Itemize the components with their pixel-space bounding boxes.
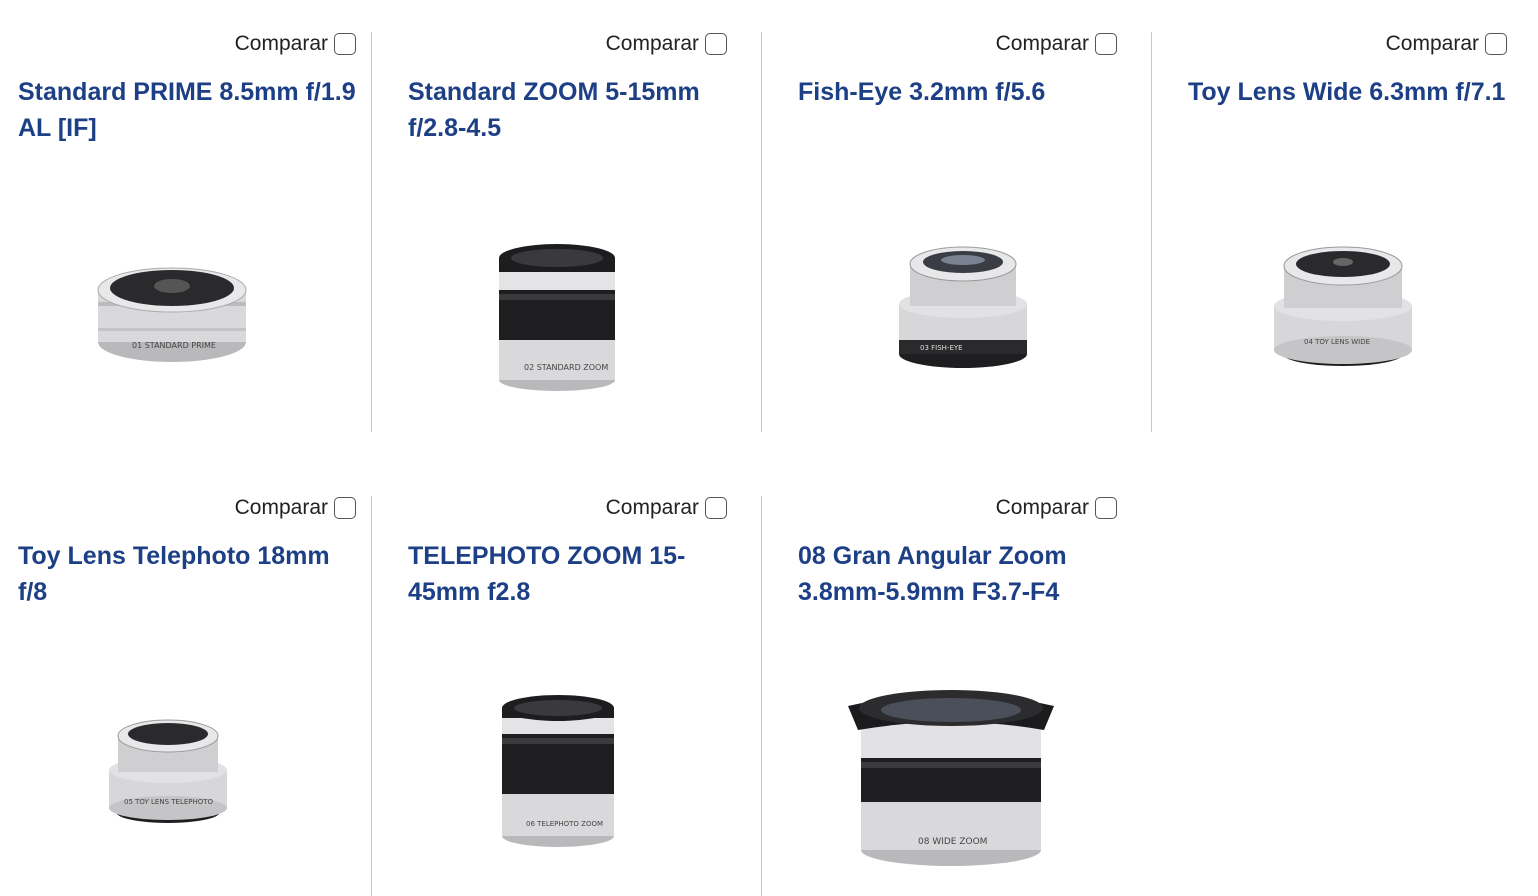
toy-wide-lens-icon[interactable]: 04 TOY LENS WIDE	[1270, 242, 1416, 372]
svg-text:01 STANDARD PRIME: 01 STANDARD PRIME	[132, 341, 216, 350]
compare-checkbox[interactable]	[334, 33, 356, 55]
compare-checkbox[interactable]	[1485, 33, 1507, 55]
compare-label: Comparar	[995, 496, 1089, 519]
product-title-link[interactable]: TELEPHOTO ZOOM 15-45mm f2.8	[408, 538, 727, 610]
compare-label: Comparar	[605, 496, 699, 519]
product-grid: Comparar Standard PRIME 8.5mm f/1.9 AL […	[0, 0, 1538, 896]
compare-checkbox[interactable]	[705, 33, 727, 55]
product-card: Comparar Fish-Eye 3.2mm f/5.6 03 FISH-EY…	[761, 32, 1151, 432]
product-card: Comparar Standard PRIME 8.5mm f/1.9 AL […	[0, 32, 390, 432]
compare-checkbox[interactable]	[1095, 497, 1117, 519]
compare-label: Comparar	[605, 32, 699, 55]
compare-checkbox[interactable]	[705, 497, 727, 519]
svg-text:06 TELEPHOTO ZOOM: 06 TELEPHOTO ZOOM	[526, 820, 603, 828]
product-card: Comparar Toy Lens Wide 6.3mm f/7.1 04 TO…	[1151, 32, 1538, 432]
compare-toggle[interactable]: Comparar	[606, 496, 727, 520]
product-card: Comparar Toy Lens Telephoto 18mm f/8 05 …	[0, 496, 390, 896]
compare-checkbox[interactable]	[1095, 33, 1117, 55]
svg-text:02 STANDARD ZOOM: 02 STANDARD ZOOM	[524, 363, 608, 372]
compare-label: Comparar	[1385, 32, 1479, 55]
svg-text:08 WIDE ZOOM: 08 WIDE ZOOM	[918, 837, 987, 847]
compare-checkbox[interactable]	[334, 497, 356, 519]
product-card: Comparar Standard ZOOM 5-15mm f/2.8-4.5 …	[371, 32, 761, 432]
prime-lens-icon[interactable]: 01 STANDARD PRIME	[92, 242, 252, 372]
svg-text:05 TOY LENS TELEPHOTO: 05 TOY LENS TELEPHOTO	[124, 798, 214, 806]
product-title-link[interactable]: Standard ZOOM 5-15mm f/2.8-4.5	[408, 74, 727, 146]
toy-telephoto-lens-icon[interactable]: 05 TOY LENS TELEPHOTO	[106, 714, 230, 826]
product-title-link[interactable]: 08 Gran Angular Zoom 3.8mm-5.9mm F3.7-F4	[798, 538, 1117, 610]
product-title-link[interactable]: Standard PRIME 8.5mm f/1.9 AL [IF]	[18, 74, 356, 146]
wide-zoom-lens-icon[interactable]: 08 WIDE ZOOM	[848, 684, 1054, 870]
compare-toggle[interactable]: Comparar	[235, 32, 356, 56]
fisheye-lens-icon[interactable]: 03 FISH-EYE	[894, 240, 1032, 372]
telephoto-zoom-lens-icon[interactable]: 06 TELEPHOTO ZOOM	[496, 692, 620, 852]
product-title-link[interactable]: Fish-Eye 3.2mm f/5.6	[798, 74, 1117, 110]
compare-toggle[interactable]: Comparar	[606, 32, 727, 56]
compare-toggle[interactable]: Comparar	[996, 496, 1117, 520]
product-title-link[interactable]: Toy Lens Wide 6.3mm f/7.1	[1188, 74, 1507, 110]
product-card: Comparar TELEPHOTO ZOOM 15-45mm f2.8 06 …	[371, 496, 761, 896]
compare-toggle[interactable]: Comparar	[996, 32, 1117, 56]
compare-label: Comparar	[234, 32, 328, 55]
compare-label: Comparar	[234, 496, 328, 519]
product-card: Comparar 08 Gran Angular Zoom 3.8mm-5.9m…	[761, 496, 1151, 896]
zoom-lens-icon[interactable]: 02 STANDARD ZOOM	[494, 240, 620, 395]
compare-label: Comparar	[995, 32, 1089, 55]
svg-text:04 TOY LENS WIDE: 04 TOY LENS WIDE	[1304, 338, 1370, 346]
svg-text:03 FISH-EYE: 03 FISH-EYE	[920, 344, 963, 352]
product-title-link[interactable]: Toy Lens Telephoto 18mm f/8	[18, 538, 356, 610]
compare-toggle[interactable]: Comparar	[235, 496, 356, 520]
compare-toggle[interactable]: Comparar	[1386, 32, 1507, 56]
